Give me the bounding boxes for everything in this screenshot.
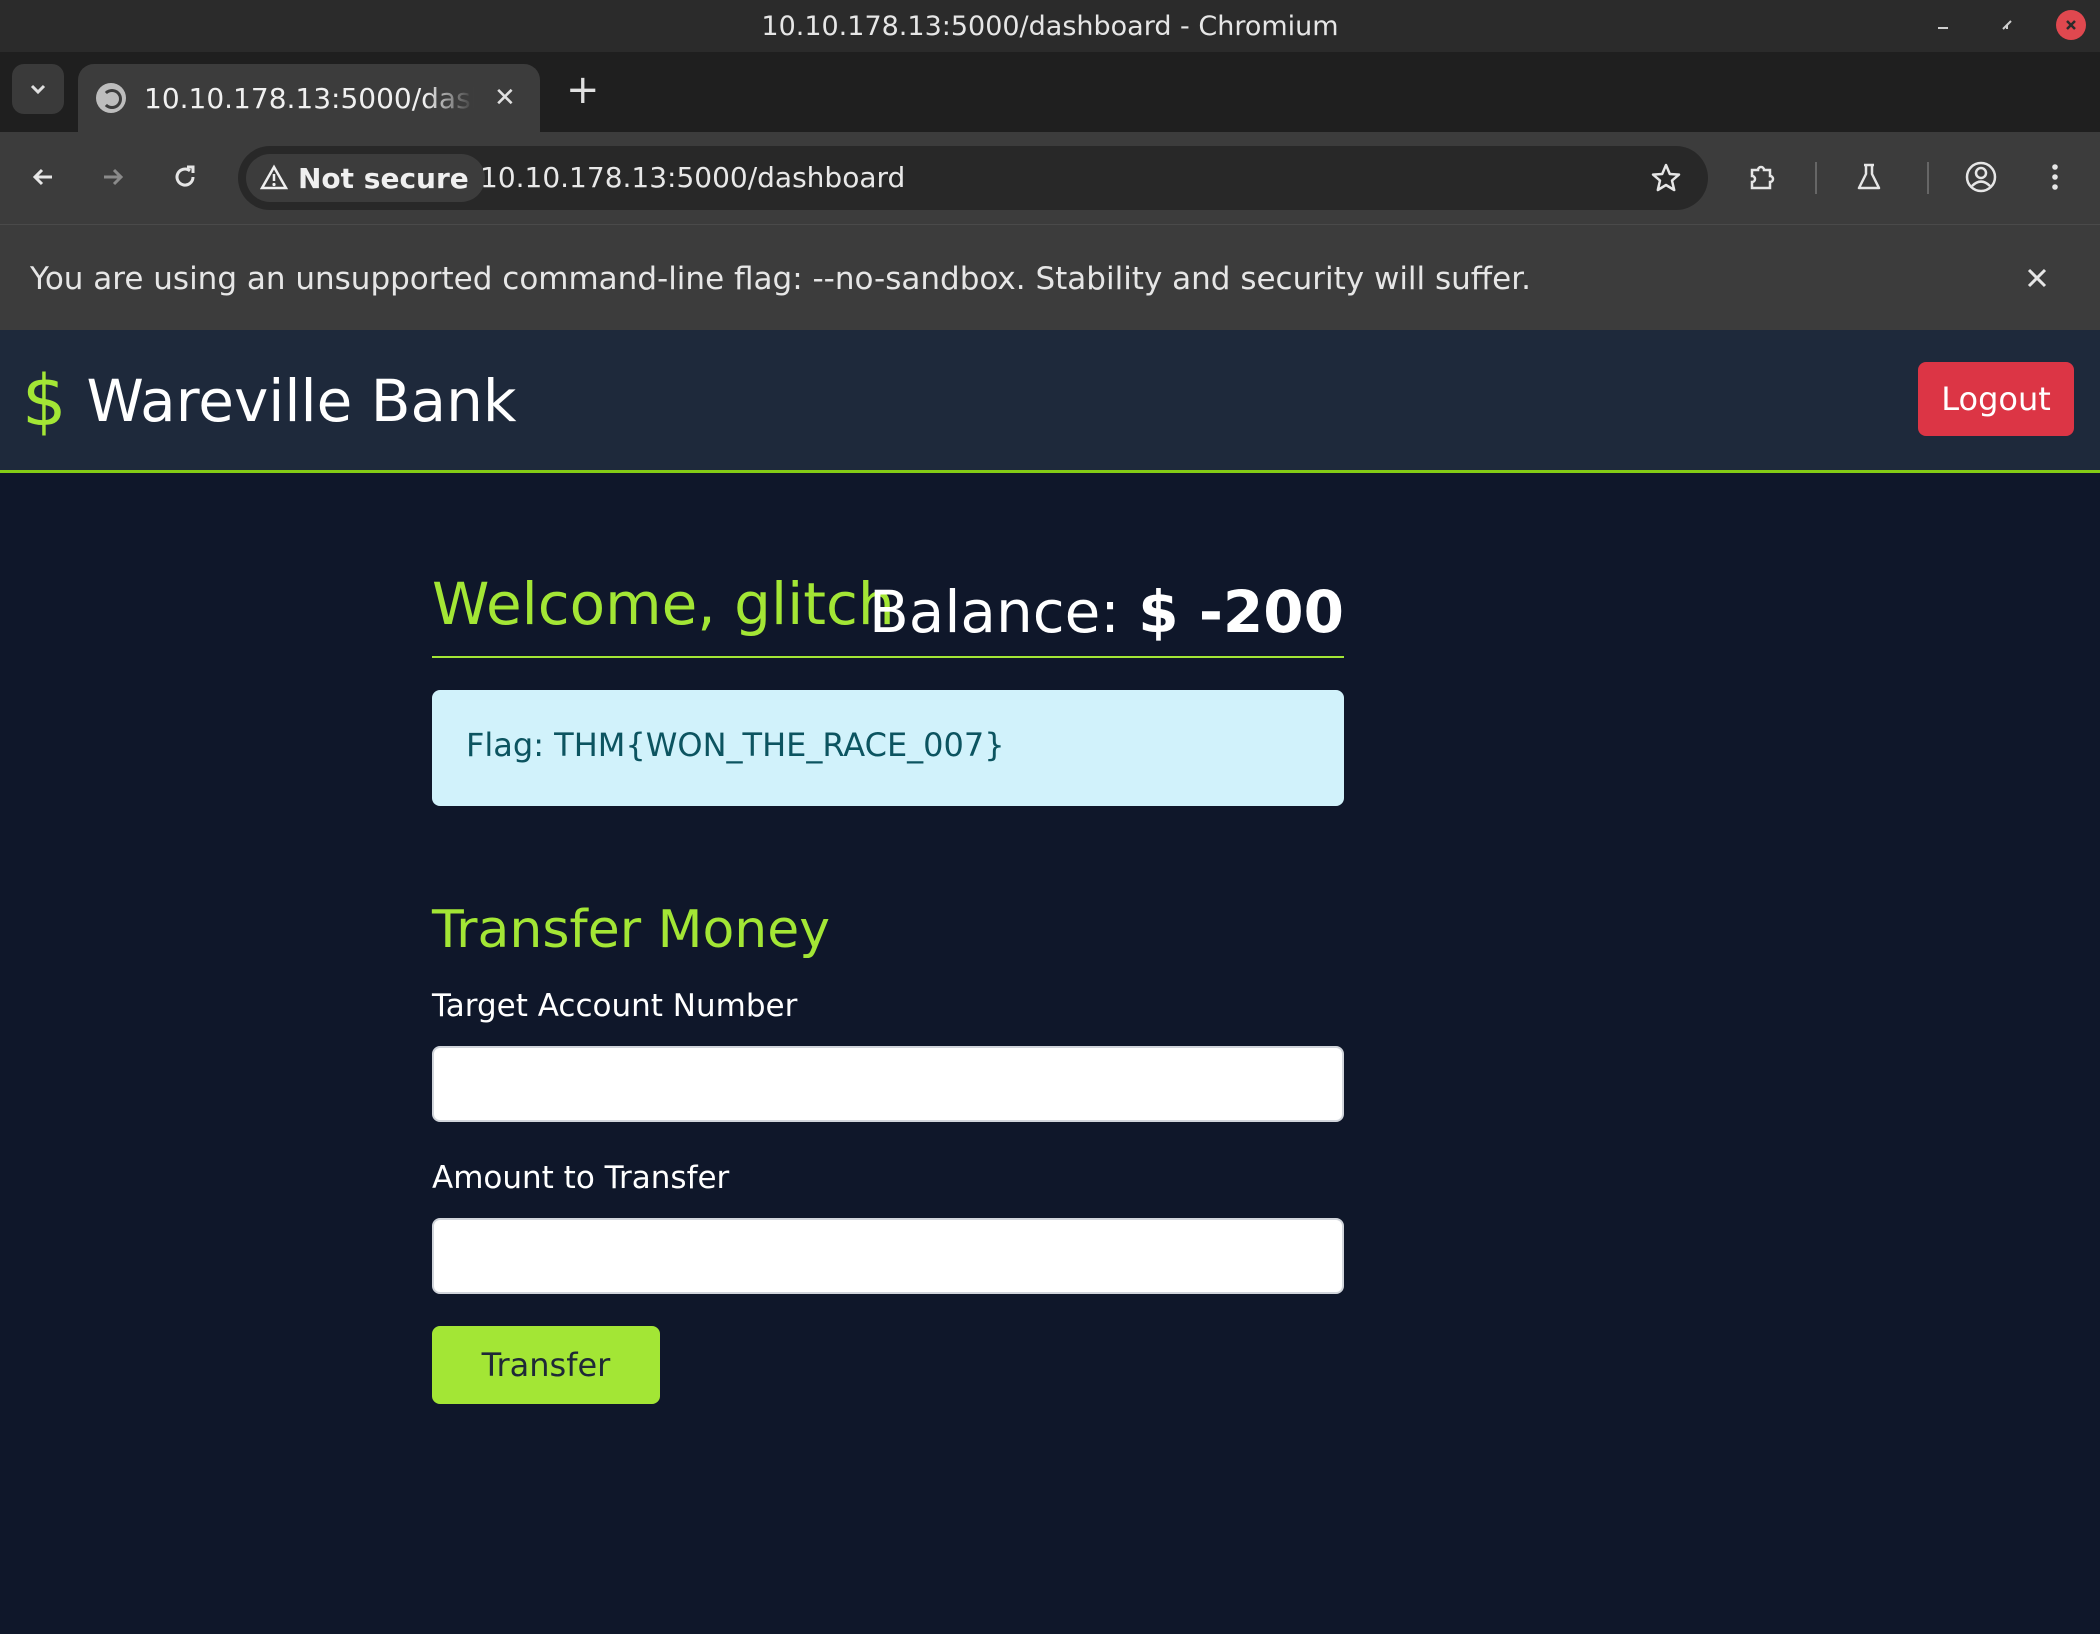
extensions-icon[interactable] — [1740, 154, 1786, 200]
toolbar-separator — [1927, 162, 1929, 194]
welcome-heading: Welcome, glitch — [432, 570, 895, 638]
target-account-input[interactable] — [432, 1046, 1344, 1122]
globe-icon — [96, 83, 126, 113]
bookmark-star-icon[interactable] — [1648, 160, 1684, 196]
amount-label: Amount to Transfer — [432, 1160, 730, 1196]
site-header: $ Wareville Bank Logout — [0, 330, 2100, 473]
dollar-icon: $ — [22, 360, 67, 442]
tab-title: 10.10.178.13:5000/dashboard — [144, 81, 474, 115]
logout-button[interactable]: Logout — [1918, 362, 2074, 436]
warning-triangle-icon — [260, 164, 288, 192]
new-tab-plus-icon[interactable]: + — [566, 70, 600, 110]
url-text[interactable]: 10.10.178.13:5000/dashboard — [480, 161, 905, 194]
transfer-button[interactable]: Transfer — [432, 1326, 660, 1404]
security-label: Not secure — [298, 161, 469, 195]
transfer-title: Transfer Money — [432, 900, 831, 960]
profile-icon[interactable] — [1958, 154, 2004, 200]
tab-close-icon[interactable]: ✕ — [494, 83, 516, 113]
address-bar[interactable]: Not secure 10.10.178.13:5000/dashboard — [238, 146, 1708, 210]
flag-alert: Flag: THM{WON_THE_RACE_007} — [432, 690, 1344, 806]
menu-icon[interactable] — [2032, 154, 2078, 200]
security-chip[interactable]: Not secure — [246, 154, 485, 202]
restore-icon[interactable] — [1992, 10, 2022, 40]
balance: Balance: $ -200 — [869, 578, 1344, 646]
balance-label: Balance: — [868, 578, 1120, 646]
toolbar-separator — [1815, 162, 1817, 194]
tab-strip: 10.10.178.13:5000/dashboard ✕ + — [0, 52, 2100, 132]
window-title: 10.10.178.13:5000/dashboard - Chromium — [761, 10, 1339, 42]
forward-icon[interactable] — [90, 154, 136, 200]
target-account-label: Target Account Number — [432, 988, 798, 1024]
minimize-icon[interactable] — [1928, 10, 1958, 40]
tab-dashboard[interactable]: 10.10.178.13:5000/dashboard ✕ — [78, 64, 540, 132]
brand-name: Wareville Bank — [86, 367, 517, 435]
reload-icon[interactable] — [162, 154, 208, 200]
browser-toolbar: Not secure 10.10.178.13:5000/dashboard — [0, 132, 2100, 224]
chevron-down-icon[interactable] — [12, 64, 64, 114]
welcome-row: Welcome, glitch Balance: $ -200 — [432, 570, 1344, 658]
back-icon[interactable] — [20, 154, 66, 200]
balance-amount: $ -200 — [1138, 578, 1344, 646]
sandbox-warning-infobar: You are using an unsupported command-lin… — [0, 224, 2100, 331]
amount-input[interactable] — [432, 1218, 1344, 1294]
window-titlebar: 10.10.178.13:5000/dashboard - Chromium — [0, 0, 2100, 52]
close-icon[interactable] — [2014, 255, 2060, 301]
brand[interactable]: $ Wareville Bank — [22, 366, 516, 436]
close-icon[interactable] — [2056, 10, 2086, 40]
labs-flask-icon[interactable] — [1846, 154, 1892, 200]
infobar-message: You are using an unsupported command-lin… — [30, 261, 1531, 297]
window-controls — [1928, 10, 2086, 40]
